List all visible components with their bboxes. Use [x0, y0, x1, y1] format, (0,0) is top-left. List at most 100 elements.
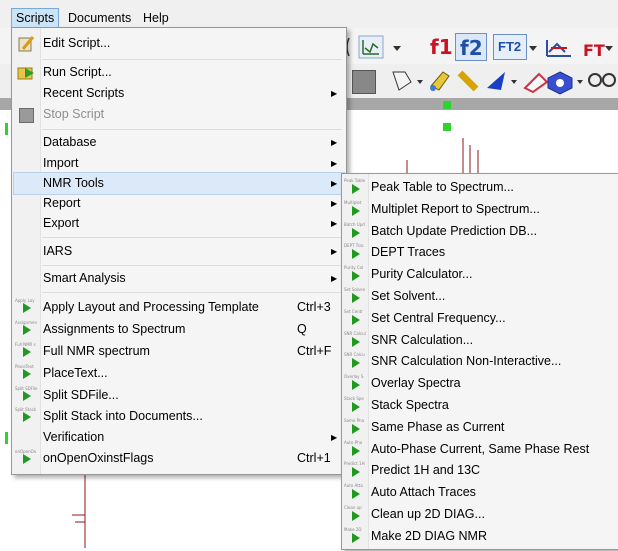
- menu-item-split-sdfile[interactable]: Split SDFile Split SDFile...: [13, 385, 345, 406]
- menu-item-recent-scripts[interactable]: Recent Scripts ▶: [13, 83, 345, 104]
- f2-button-frame[interactable]: f2: [455, 33, 487, 61]
- menu-item-label: Run Script...: [43, 65, 112, 79]
- submenu-item[interactable]: Clean up Clean up 2D DIAG...: [342, 503, 618, 525]
- menu-item-label: Smart Analysis: [43, 271, 126, 285]
- menu-item-label: Stop Script: [43, 107, 105, 121]
- menu-item-export[interactable]: Export ▶: [13, 213, 345, 234]
- menu-item-label: Split Stack into Documents...: [43, 409, 203, 423]
- submenu-arrow-icon: ▶: [331, 89, 338, 98]
- ft2-button[interactable]: FT2: [493, 34, 527, 60]
- submenu-item[interactable]: Make 2D Make 2D DIAG NMR: [342, 525, 618, 547]
- edit-script-icon: [18, 36, 35, 52]
- menu-item-run-script[interactable]: Run Script...: [13, 62, 345, 83]
- annotation-tools-icons[interactable]: [385, 66, 618, 96]
- menu-bar: Scripts Documents Help: [0, 0, 618, 29]
- menu-item-label: Import: [43, 156, 79, 170]
- submenu-item-label: Clean up 2D DIAG...: [371, 507, 485, 521]
- menu-item-full-nmr[interactable]: Full NMR s Full NMR spectrum Ctrl+F: [13, 341, 345, 362]
- submenu-item-label: Peak Table to Spectrum...: [371, 180, 514, 194]
- submenu-arrow-icon: ▶: [331, 274, 338, 283]
- menu-item-edit-script[interactable]: Edit Script...: [13, 33, 345, 54]
- menu-item-label: IARS: [43, 244, 73, 258]
- submenu-item[interactable]: Batch Upd Batch Update Prediction DB...: [342, 220, 618, 242]
- submenu-item-label: Batch Update Prediction DB...: [371, 223, 538, 238]
- menu-item-verification[interactable]: Verification ▶: [13, 427, 345, 448]
- submenu-item-label: DEPT Traces: [371, 245, 446, 260]
- stop-icon: [19, 108, 34, 123]
- menu-separator: [42, 129, 342, 130]
- play-icon: [352, 532, 360, 543]
- menu-item-shortcut: Ctrl+F: [297, 344, 332, 358]
- menu-separator: [42, 292, 342, 293]
- menu-item-label: onOpenOxinstFlags: [43, 451, 154, 465]
- play-icon: [23, 412, 31, 422]
- submenu-item-label: Set Central Frequency...: [371, 310, 506, 325]
- stop-square-icon[interactable]: [352, 70, 376, 94]
- menu-item-smart-analysis[interactable]: Smart Analysis ▶: [13, 268, 345, 289]
- menu-item-label: Apply Layout and Processing Template: [43, 300, 259, 314]
- submenu-item-label: SNR Calculation Non-Interactive...: [371, 354, 562, 369]
- menu-item-split-stack[interactable]: Split Stack Split Stack into Documents..…: [13, 406, 345, 427]
- menu-item-nmr-tools[interactable]: NMR Tools ▶: [13, 172, 345, 195]
- nmr-tools-submenu: Peak Table Peak Table to Spectrum... Multi…: [341, 173, 618, 550]
- submenu-item-label: Auto-Phase Current, Same Phase Rest: [371, 441, 590, 456]
- menu-help[interactable]: Help: [139, 9, 173, 28]
- menu-item-report[interactable]: Report ▶: [13, 193, 345, 214]
- menu-item-shortcut: Ctrl+3: [297, 300, 331, 314]
- run-script-icon: [17, 67, 34, 80]
- menu-item-apply-layout[interactable]: Apply Lay Apply Layout and Processing Te…: [13, 297, 345, 318]
- submenu-item[interactable]: Auto-Pha Auto-Phase Current, Same Phase R…: [342, 438, 618, 460]
- submenu-item[interactable]: Stack Spe Stack Spectra: [342, 394, 618, 416]
- submenu-item[interactable]: Predict 1H Predict 1H and 13C: [342, 459, 618, 481]
- submenu-item-label: Overlay Spectra: [371, 376, 461, 391]
- menu-item-label: Edit Script...: [43, 36, 111, 50]
- f1-button[interactable]: f1: [430, 35, 453, 59]
- submenu-item[interactable]: Auto Atta Auto Attach Traces: [342, 481, 618, 503]
- menu-separator: [42, 59, 342, 60]
- menu-item-label: NMR Tools: [43, 176, 104, 190]
- submenu-item[interactable]: Multiplet Multiplet Report to Spectrum...: [342, 198, 618, 220]
- submenu-item[interactable]: DEPT Trac DEPT Traces: [342, 241, 618, 263]
- menu-item-label: Full NMR spectrum: [43, 344, 150, 358]
- menu-scripts[interactable]: Scripts: [11, 8, 60, 28]
- menu-item-shortcut: Q: [297, 322, 307, 336]
- left-green-marker: [5, 123, 8, 135]
- menu-item-placetext[interactable]: PlaceText PlaceText...: [13, 363, 345, 384]
- menu-item-label: Report: [43, 196, 81, 210]
- menu-documents[interactable]: Documents: [64, 9, 135, 28]
- fourier-transform-icons[interactable]: FT: [527, 36, 617, 60]
- submenu-item-label: Make 2D DIAG NMR: [371, 528, 487, 543]
- toolbar-chart-icons[interactable]: [345, 34, 425, 60]
- submenu-item[interactable]: SNR Calcul SNR Calculation...: [342, 329, 618, 351]
- green-marker-icon: [443, 101, 451, 109]
- menu-item-label: Database: [43, 135, 97, 149]
- submenu-item[interactable]: Peak Table Peak Table to Spectrum...: [342, 176, 618, 198]
- submenu-item[interactable]: Same Pha Same Phase as Current: [342, 416, 618, 438]
- submenu-arrow-icon: ▶: [331, 199, 338, 208]
- menu-item-iars[interactable]: IARS ▶: [13, 241, 345, 262]
- submenu-item-label: Multiplet Report to Spectrum...: [371, 201, 540, 216]
- menu-item-label: Recent Scripts: [43, 86, 125, 100]
- submenu-item[interactable]: SNR Calcu SNR Calculation Non-Interactive…: [342, 350, 618, 372]
- submenu-item-label: Purity Calculator...: [371, 267, 473, 282]
- menu-item-label: Split SDFile...: [43, 388, 119, 402]
- menu-item-import[interactable]: Import ▶: [13, 153, 345, 174]
- menu-item-database[interactable]: Database ▶: [13, 132, 345, 153]
- menu-separator: [42, 265, 342, 266]
- submenu-arrow-icon: ▶: [331, 247, 338, 256]
- menu-item-onopenoxinstflags[interactable]: onOpenOx onOpenOxinstFlags Ctrl+1: [13, 448, 345, 469]
- menu-item-assignments[interactable]: Assignmen Assignments to Spectrum Q: [13, 319, 345, 340]
- submenu-arrow-icon: ▶: [331, 219, 338, 228]
- menu-item-label: PlaceText...: [43, 366, 108, 380]
- submenu-arrow-icon: ▶: [331, 433, 338, 442]
- ft2-label: FT2: [498, 39, 522, 54]
- submenu-item[interactable]: Set Solven Set Solvent...: [342, 285, 618, 307]
- menu-item-label: Verification: [43, 430, 105, 444]
- play-icon: [23, 454, 31, 464]
- submenu-item[interactable]: Purity Cal Purity Calculator...: [342, 263, 618, 285]
- submenu-item[interactable]: Set Centr Set Central Frequency...: [342, 307, 618, 329]
- submenu-item-label: Same Phase as Current: [371, 419, 505, 434]
- f2-label: f2: [460, 36, 483, 60]
- submenu-item[interactable]: Overlay S Overlay Spectra: [342, 372, 618, 394]
- submenu-item-label: Set Solvent...: [371, 289, 446, 303]
